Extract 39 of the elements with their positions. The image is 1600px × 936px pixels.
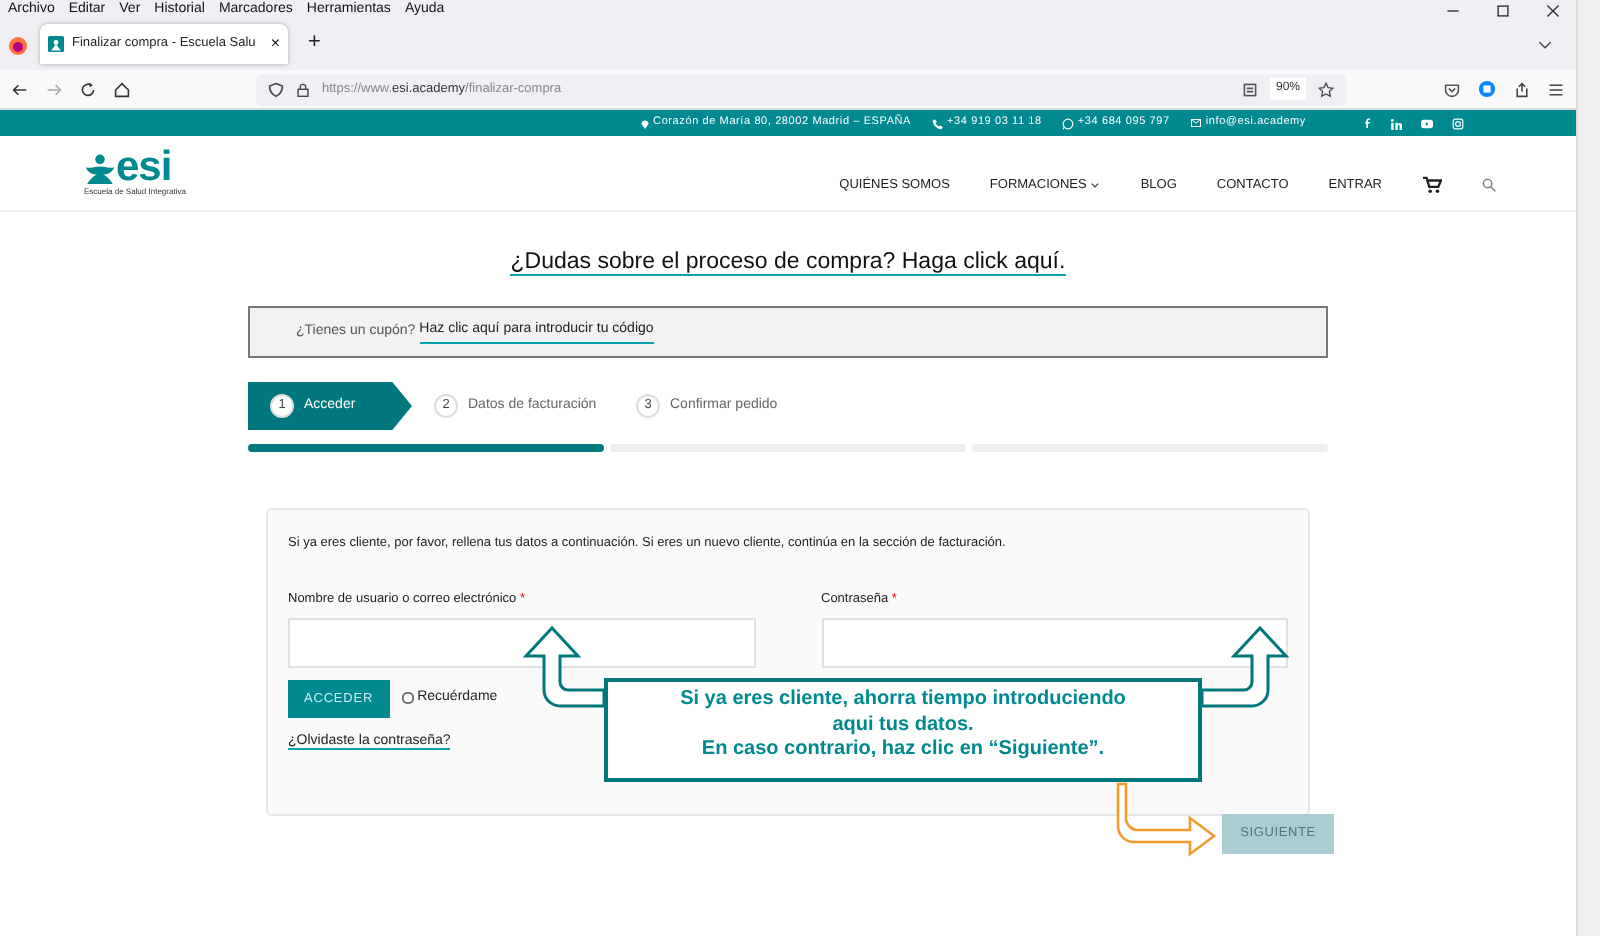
cart-icon[interactable] — [1422, 176, 1442, 194]
home-icon[interactable] — [114, 81, 130, 97]
lock-icon — [296, 81, 310, 97]
reader-view-icon[interactable] — [1241, 81, 1258, 97]
tab-close-button[interactable]: × — [270, 32, 280, 56]
close-icon[interactable] — [1546, 4, 1560, 18]
instagram-icon[interactable] — [1452, 117, 1464, 129]
mail-icon — [1189, 118, 1202, 128]
logo-figure-icon[interactable] — [84, 149, 116, 185]
scrollbar[interactable] — [1576, 0, 1600, 936]
share-icon[interactable] — [1514, 81, 1530, 97]
checkbox[interactable] — [401, 692, 414, 705]
input-field[interactable] — [821, 617, 1288, 667]
pocket-icon[interactable] — [1444, 81, 1460, 97]
linkedin-icon[interactable] — [1390, 117, 1402, 129]
input-field[interactable] — [288, 617, 755, 667]
annotation-arrow — [524, 626, 606, 708]
extension-icon[interactable] — [1478, 80, 1496, 98]
facebook-icon[interactable] — [1362, 116, 1372, 130]
logo-text[interactable]: esi — [116, 149, 172, 185]
new-tab-button[interactable]: + — [308, 25, 321, 58]
youtube-icon[interactable] — [1420, 117, 1434, 129]
shield-icon[interactable] — [268, 81, 284, 97]
callout-text: Si ya eres cliente, ahorra tiempo introduciendo aqui tus datos. En caso contrario, haz clic en “Siguiente”. — [604, 678, 1202, 782]
search-icon[interactable] — [1482, 178, 1496, 192]
chat-icon — [1061, 117, 1074, 129]
minimize-icon[interactable] — [1446, 4, 1460, 18]
back-icon[interactable] — [12, 81, 28, 97]
star-icon[interactable] — [1318, 81, 1334, 97]
menu-icon[interactable] — [1548, 81, 1564, 97]
help-link[interactable]: ¿Dudas sobre el proceso de compra? Haga click aquí. — [510, 250, 1066, 276]
favicon-icon — [48, 36, 64, 52]
reload-icon[interactable] — [80, 81, 96, 97]
phone-icon — [931, 117, 944, 129]
browser-logo-icon[interactable] — [8, 36, 28, 56]
location-pin-icon — [639, 117, 650, 129]
chevron-down-icon[interactable] — [1538, 38, 1552, 52]
maximize-icon[interactable] — [1496, 4, 1510, 18]
annotation-arrow — [1200, 626, 1288, 708]
